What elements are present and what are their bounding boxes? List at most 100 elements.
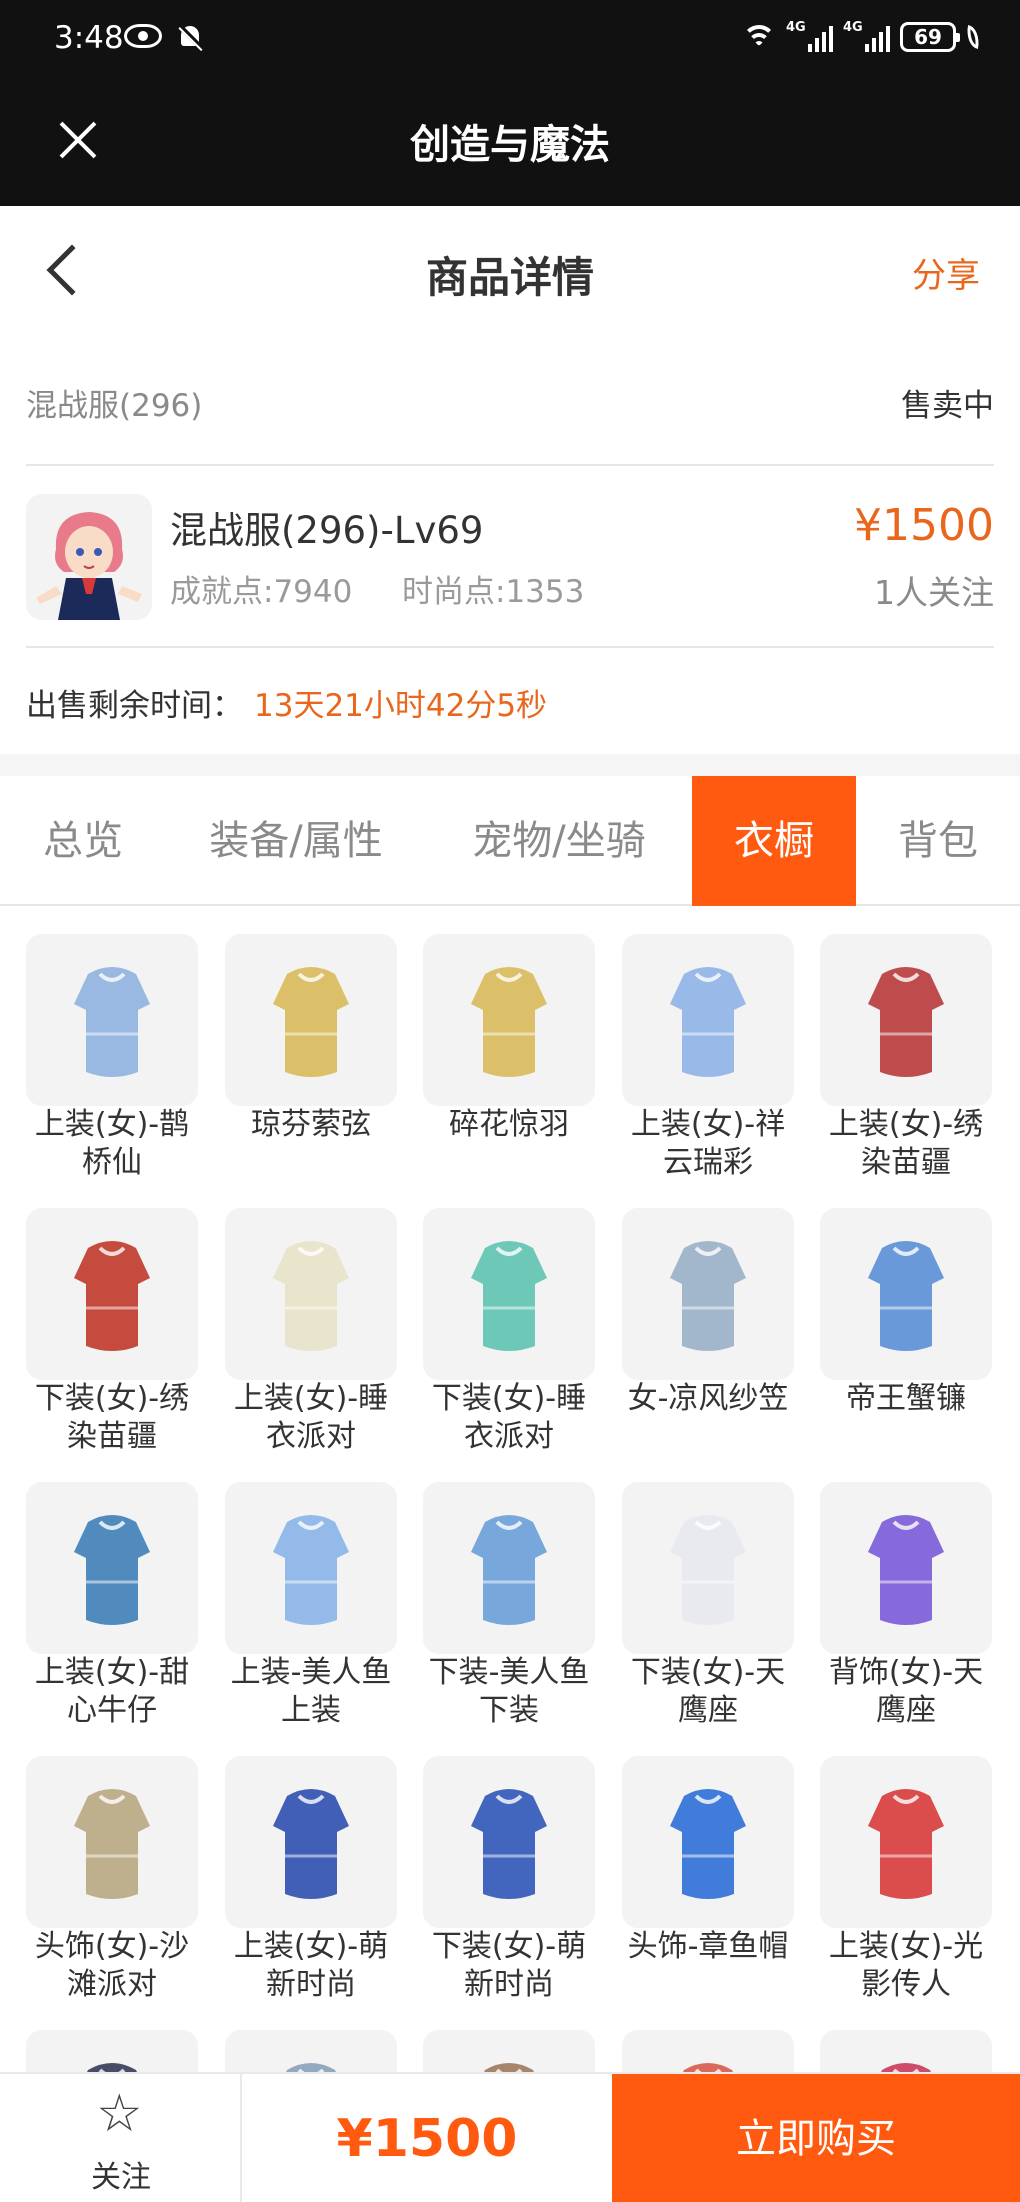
wardrobe-item[interactable]: 帝王蟹镰	[820, 1208, 994, 1468]
wardrobe-item-label: 上装(女)-绣染苗疆	[828, 1107, 984, 1180]
bottom-action-bar: ☆ 关注 ¥1500 立即购买	[0, 2072, 1020, 2202]
fashion-points: 时尚点:1353	[402, 574, 585, 610]
status-icons-left	[124, 24, 204, 52]
wardrobe-item[interactable]: 碎花惊羽	[423, 934, 597, 1194]
wardrobe-item-label: 碎花惊羽	[449, 1107, 569, 1142]
remaining-time-label: 出售剩余时间：	[26, 688, 243, 724]
octopus-hat-icon	[622, 1756, 794, 1928]
wardrobe-item-label: 上装(女)-甜心牛仔	[34, 1655, 190, 1728]
slippers-icon	[423, 1208, 595, 1380]
skirt-icon	[26, 1208, 198, 1380]
backpack-icon	[820, 1482, 992, 1654]
wardrobe-item-label: 下装(女)-绣染苗疆	[34, 1381, 190, 1454]
page-title: 商品详情	[425, 253, 594, 302]
follower-count: 1人关注	[874, 573, 994, 612]
share-button[interactable]: 分享	[912, 248, 980, 297]
wardrobe-item[interactable]: 上装(女)-祥云瑞彩	[622, 934, 796, 1194]
wardrobe-item-label: 上装(女)-光影传人	[828, 1929, 984, 2002]
follow-label: 关注	[91, 2160, 151, 2195]
wardrobe-item[interactable]: 上装(女)-绣染苗疆	[820, 934, 994, 1194]
wardrobe-item[interactable]: 下装-美人鱼下装	[423, 1482, 597, 1742]
wardrobe-item-label: 琼芬萦弦	[251, 1107, 371, 1142]
tab-backpack[interactable]: 背包	[856, 776, 1020, 906]
wardrobe-item-label: 下装(女)-天鹰座	[630, 1655, 786, 1728]
app-title: 创造与魔法	[410, 122, 610, 168]
wardrobe-item-label: 背饰(女)-天鹰座	[828, 1655, 984, 1728]
wardrobe-item-label: 下装(女)-萌新时尚	[431, 1929, 587, 2002]
status-time: 3:48	[54, 20, 124, 56]
product-title: 混战服(296)-Lv69	[170, 509, 484, 552]
eye-icon	[124, 24, 162, 48]
wardrobe-item-label: 上装-美人鱼上装	[230, 1655, 392, 1728]
qipao-top-icon	[225, 1756, 397, 1928]
pajama-top-icon	[225, 1208, 397, 1380]
wardrobe-item-label: 下装(女)-睡衣派对	[431, 1381, 587, 1454]
tab-bar: 总览 装备/属性 宠物/坐骑 衣橱 背包	[0, 776, 1020, 906]
bottom-price: ¥1500	[336, 2109, 518, 2169]
mermaid-top-icon	[225, 1482, 397, 1654]
signal-icon: 4G	[786, 20, 833, 52]
follow-button[interactable]: ☆ 关注	[0, 2074, 242, 2202]
wardrobe-item-label: 帝王蟹镰	[846, 1381, 966, 1416]
wardrobe-item[interactable]: 下装(女)-绣染苗疆	[26, 1208, 200, 1468]
wardrobe-item-label: 女-凉风纱笠	[627, 1381, 789, 1416]
leaf-icon	[964, 24, 982, 50]
wardrobe-item[interactable]: 上装-美人鱼上装	[225, 1482, 399, 1742]
pants-icon	[622, 1482, 794, 1654]
wardrobe-item-label: 上装(女)-睡衣派对	[233, 1381, 389, 1454]
tab-pets-mounts[interactable]: 宠物/坐骑	[426, 776, 692, 906]
top-bar: 3:48 4G 4G 69 创造与魔法	[0, 0, 1020, 206]
sale-status: 售卖中	[901, 388, 994, 424]
wardrobe-item[interactable]: 琼芬萦弦	[225, 934, 399, 1194]
remaining-time-row: 出售剩余时间： 13天21小时42分5秒	[26, 650, 994, 754]
tab-wardrobe[interactable]: 衣橱	[692, 776, 856, 906]
server-name: 混战服(296)	[26, 388, 203, 424]
bell-off-icon	[176, 24, 204, 52]
wardrobe-item-label: 头饰-章鱼帽	[627, 1929, 789, 1964]
wardrobe-item[interactable]: 头饰-章鱼帽	[622, 1756, 796, 2016]
status-icons-right: 4G 4G 69	[742, 20, 982, 52]
wardrobe-item[interactable]: 头饰(女)-沙滩派对	[26, 1756, 200, 2016]
veil-hat-icon	[622, 1208, 794, 1380]
golden-wing-icon	[423, 934, 595, 1106]
wardrobe-item-label: 头饰(女)-沙滩派对	[34, 1929, 190, 2002]
wardrobe-item[interactable]: 上装(女)-睡衣派对	[225, 1208, 399, 1468]
wardrobe-item-label: 上装(女)-萌新时尚	[233, 1929, 389, 2002]
wardrobe-item[interactable]: 下装(女)-萌新时尚	[423, 1756, 597, 2016]
product-summary: 混战服(296)-Lv69 成就点:7940 时尚点:1353 ¥1500 1人…	[26, 466, 994, 648]
red-jacket-icon	[820, 1756, 992, 1928]
battery-icon: 69	[900, 22, 960, 52]
wifi-icon	[742, 23, 776, 51]
wardrobe-item[interactable]: 上装(女)-光影传人	[820, 1756, 994, 2016]
achievement-points: 成就点:7940	[170, 574, 353, 610]
star-icon: ☆	[96, 2084, 143, 2144]
signal-icon: 4G	[843, 20, 890, 52]
outfit-dress-icon	[26, 934, 198, 1106]
scythe-icon	[820, 1208, 992, 1380]
denim-jacket-icon	[26, 1482, 198, 1654]
wardrobe-item[interactable]: 女-凉风纱笠	[622, 1208, 796, 1468]
character-avatar	[26, 494, 152, 620]
outfit-poncho-icon	[820, 934, 992, 1106]
sun-hat-icon	[26, 1756, 198, 1928]
tab-equipment[interactable]: 装备/属性	[166, 776, 426, 906]
wardrobe-item[interactable]: 背饰(女)-天鹰座	[820, 1482, 994, 1742]
wardrobe-item[interactable]: 上装(女)-鹊桥仙	[26, 934, 200, 1194]
wardrobe-item[interactable]: 下装(女)-睡衣派对	[423, 1208, 597, 1468]
remaining-time-value: 13天21小时42分5秒	[254, 688, 548, 724]
section-divider	[0, 754, 1020, 776]
outfit-dress-icon	[622, 934, 794, 1106]
product-price: ¥1500	[854, 500, 994, 551]
wardrobe-item-label: 上装(女)-鹊桥仙	[34, 1107, 190, 1180]
wardrobe-item-label: 下装-美人鱼下装	[428, 1655, 590, 1728]
mermaid-tail-icon	[423, 1482, 595, 1654]
wardrobe-item-label: 上装(女)-祥云瑞彩	[630, 1107, 786, 1180]
buy-now-button[interactable]: 立即购买	[612, 2074, 1020, 2202]
golden-bow-icon	[225, 934, 397, 1106]
wide-pants-icon	[423, 1756, 595, 1928]
page-header: 商品详情 分享	[0, 206, 1020, 336]
wardrobe-item[interactable]: 下装(女)-天鹰座	[622, 1482, 796, 1742]
wardrobe-item[interactable]: 上装(女)-甜心牛仔	[26, 1482, 200, 1742]
tab-overview[interactable]: 总览	[0, 776, 166, 906]
wardrobe-item[interactable]: 上装(女)-萌新时尚	[225, 1756, 399, 2016]
